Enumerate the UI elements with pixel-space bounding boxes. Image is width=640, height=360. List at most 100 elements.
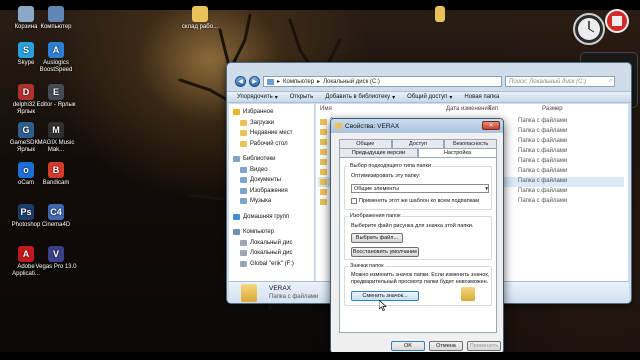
column-header-type[interactable]: Тип bbox=[488, 106, 498, 112]
dialog-titlebar[interactable]: Свойства: VERAX bbox=[331, 119, 503, 133]
folder-type-select[interactable]: Общие элементы ▾ bbox=[351, 184, 489, 193]
folder-icon bbox=[320, 149, 327, 155]
row-type: Папка с файлами bbox=[518, 178, 568, 184]
folder-icon bbox=[335, 123, 342, 129]
comp-icon bbox=[233, 229, 240, 236]
desktop-folder-icon-item[interactable]: склад рабо... bbox=[178, 6, 222, 31]
nav-item[interactable]: Компьютер bbox=[229, 227, 314, 238]
row-type: Папка с файлами bbox=[518, 148, 568, 154]
desktop-icon[interactable]: C4 Cinema4D bbox=[34, 204, 78, 229]
restore-default-label: Восстановить умолчание bbox=[352, 249, 418, 255]
folder-icon bbox=[320, 129, 327, 135]
search-icon: ⌕ bbox=[608, 78, 612, 84]
forward-button[interactable]: ▶ bbox=[249, 76, 260, 87]
gadget-badge[interactable] bbox=[604, 8, 630, 36]
address-part-drive[interactable]: Локальный диск (C:) bbox=[323, 79, 380, 85]
tab[interactable]: Безопасность bbox=[444, 139, 498, 148]
details-type: Папка с файлами bbox=[269, 294, 319, 300]
nav-item[interactable]: Изображения bbox=[229, 186, 314, 197]
nav-item[interactable]: Недавние мест bbox=[229, 128, 314, 139]
toolbar-button-label: Упорядочить bbox=[237, 94, 273, 100]
nav-item-label: Избранное bbox=[243, 109, 274, 116]
row-type: Папка с файлами bbox=[518, 118, 568, 124]
row-type: Папка с файлами bbox=[518, 128, 568, 134]
apply-subfolders-checkbox[interactable]: Применять этот же шаблон ко всем подпапк… bbox=[351, 198, 479, 204]
nav-item[interactable]: Загрузки bbox=[229, 118, 314, 129]
app-icon: A bbox=[18, 246, 34, 262]
search-input[interactable]: Поиск: Локальный диск (C:) ⌕ bbox=[505, 76, 615, 87]
desktop-icon-label: Editor - Ярлык bbox=[36, 102, 76, 108]
app-icon: M bbox=[48, 122, 64, 138]
app-icon: B bbox=[48, 162, 64, 178]
address-bar-row: ◀ ▶ ▸ Компьютер ▸ Локальный диск (C:) По… bbox=[235, 75, 615, 88]
folder-type-group: Выбор подходящего типа папки Оптимизиров… bbox=[344, 163, 492, 210]
folder-icon bbox=[320, 159, 327, 165]
choose-file-label: Выбрать файл... bbox=[355, 235, 399, 241]
toolbar-button[interactable]: Общий доступ ▾ bbox=[407, 94, 452, 101]
chevron-down-icon: ▾ bbox=[274, 94, 278, 101]
tab[interactable]: Предыдущие версии bbox=[339, 148, 418, 157]
nav-item[interactable]: Видео bbox=[229, 165, 314, 176]
folder-icon bbox=[320, 189, 327, 195]
bottom-bezel bbox=[0, 352, 640, 360]
desktop-icon[interactable]: V Vegas Pro 13.0 bbox=[34, 246, 78, 271]
desktop-icon-label: Cinema4D bbox=[41, 222, 71, 228]
toolbar-button[interactable]: Упорядочить ▾ bbox=[237, 94, 278, 101]
nav-item[interactable]: Документы bbox=[229, 175, 314, 186]
nav-item[interactable]: Рабочий стол bbox=[229, 139, 314, 150]
desktop-icon[interactable]: B Bandicam bbox=[34, 162, 78, 187]
desktop-file-icon-item[interactable] bbox=[418, 6, 462, 24]
desktop-icon[interactable]: A Auslogics BoostSpeed bbox=[34, 42, 78, 74]
row-type: Папка с файлами bbox=[518, 198, 568, 204]
nav-item[interactable]: Локальный дис bbox=[229, 238, 314, 249]
column-header-name[interactable]: Имя bbox=[320, 106, 332, 112]
nav-item-label: Библиотеки bbox=[243, 156, 276, 163]
app-icon: C4 bbox=[48, 204, 64, 220]
checkbox-box[interactable] bbox=[351, 198, 357, 204]
address-separator: ▸ bbox=[317, 79, 321, 85]
toolbar-button[interactable]: Новая папка bbox=[464, 94, 499, 100]
desktop-icon[interactable]: M MAGIX Music Mak... bbox=[34, 122, 78, 154]
nav-item-label: Загрузки bbox=[250, 119, 275, 126]
apply-button[interactable]: Применить bbox=[467, 341, 501, 351]
choose-file-button[interactable]: Выбрать файл... bbox=[351, 233, 403, 243]
desktop-icon[interactable]: E Editor - Ярлык bbox=[34, 84, 78, 109]
cancel-label: Отмена bbox=[436, 343, 456, 349]
close-button[interactable]: ✕ bbox=[482, 121, 500, 130]
folder-icon bbox=[320, 139, 327, 145]
home-icon bbox=[233, 213, 240, 220]
folder-icon bbox=[240, 119, 247, 126]
app-icon: S bbox=[18, 42, 34, 58]
nav-item[interactable]: Локальный дис bbox=[229, 248, 314, 259]
desktop-folder-label: склад рабо... bbox=[181, 24, 219, 30]
tab[interactable]: Доступ bbox=[391, 139, 445, 148]
nav-item[interactable]: Избранное bbox=[229, 107, 314, 118]
toolbar-button[interactable]: Добавить в библиотеку ▾ bbox=[325, 94, 395, 101]
nav-item[interactable]: Музыка bbox=[229, 196, 314, 207]
folder-type-value: Общие элементы bbox=[354, 185, 399, 192]
desktop-icon-label: Auslogics BoostSpeed bbox=[39, 60, 73, 73]
address-bar[interactable]: ▸ Компьютер ▸ Локальный диск (C:) bbox=[263, 76, 502, 87]
nav-item[interactable]: Домашняя групп bbox=[229, 212, 314, 223]
restore-default-button[interactable]: Восстановить умолчание bbox=[351, 247, 419, 257]
column-header-size[interactable]: Размер bbox=[542, 106, 563, 112]
desktop-icon[interactable]: Компьютер bbox=[34, 6, 78, 31]
back-button[interactable]: ◀ bbox=[235, 76, 246, 87]
address-part-computer[interactable]: Компьютер bbox=[283, 79, 314, 85]
folder-icon bbox=[240, 140, 247, 147]
nav-item[interactable]: Global "erik" (F:) bbox=[229, 259, 314, 270]
folder-icon bbox=[320, 119, 327, 125]
app-icon: D bbox=[18, 84, 34, 100]
computer-icon bbox=[267, 78, 274, 85]
ok-button[interactable]: OK bbox=[391, 341, 425, 351]
cancel-button[interactable]: Отмена bbox=[429, 341, 463, 351]
tab[interactable]: Настройка bbox=[418, 148, 497, 157]
column-header-date[interactable]: Дата изменения bbox=[446, 106, 491, 112]
explorer-titlebar[interactable] bbox=[227, 63, 631, 75]
lib-icon bbox=[233, 156, 240, 163]
apply-subfolders-label: Применять этот же шаблон ко всем подпапк… bbox=[359, 198, 480, 204]
tab[interactable]: Общие bbox=[339, 139, 392, 148]
nav-item[interactable]: Библиотеки bbox=[229, 154, 314, 165]
toolbar-button[interactable]: Открыть bbox=[290, 94, 314, 100]
tab-row-2: Предыдущие версии Настройка bbox=[339, 148, 497, 157]
